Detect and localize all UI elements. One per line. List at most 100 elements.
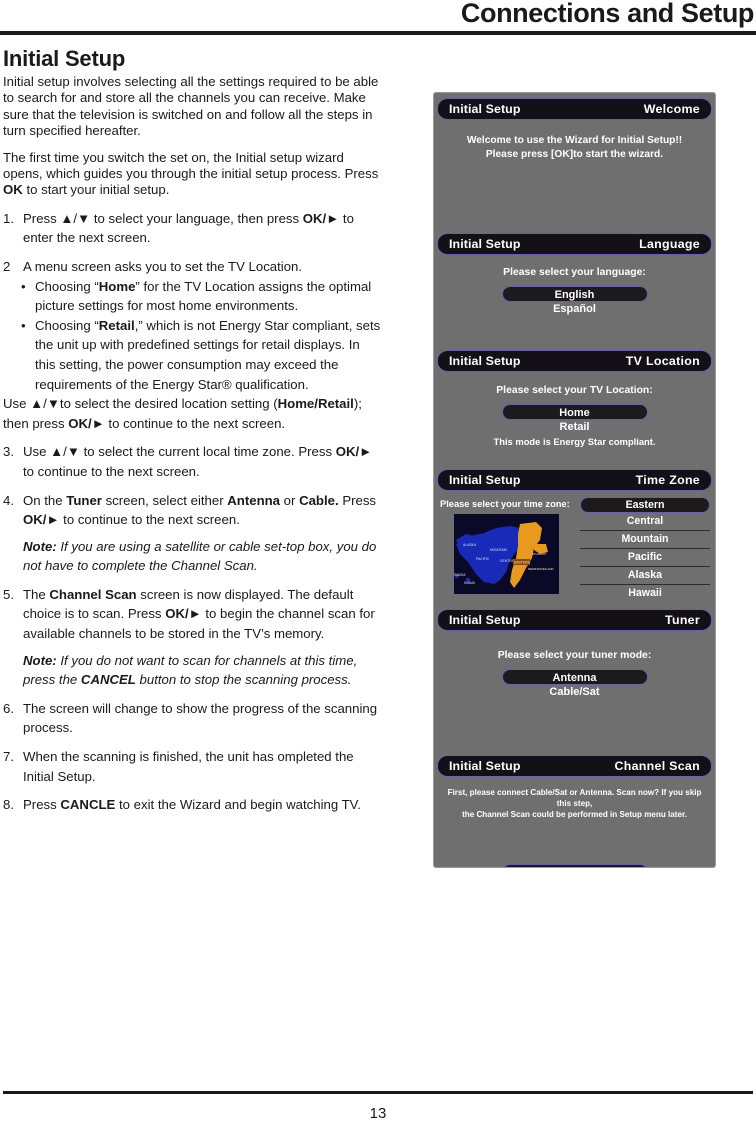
osd-screen-title-language: Language xyxy=(639,237,700,251)
step-2: 2 A menu screen asks you to set the TV L… xyxy=(3,257,383,277)
step-1-body: Press ▲/▼ to select your language, then … xyxy=(23,209,383,248)
osd-menu-title: Initial Setup xyxy=(449,354,521,368)
use-line-t2: to select the desired location setting ( xyxy=(59,396,278,412)
svg-text:MOUNTAIN: MOUNTAIN xyxy=(490,548,507,552)
step-8-body: Press CANCLE to exit the Wizard and begi… xyxy=(23,795,383,815)
use-line-arrows: ▲/▼ xyxy=(30,396,60,412)
intro-paragraph-2: The first time you switch the set on, th… xyxy=(3,150,383,199)
osd-screen-channel-scan: Initial Setup Channel Scan First, please… xyxy=(434,755,715,867)
use-line-ok: OK/► xyxy=(68,415,105,431)
section-heading: Initial Setup xyxy=(3,46,126,71)
use-line-t7: to continue to the next screen. xyxy=(104,415,286,431)
step-4-t2: screen, select either xyxy=(101,492,228,508)
step-4-t0: On the xyxy=(23,492,67,508)
osd-screen-title-time-zone: Time Zone xyxy=(635,473,700,487)
bullet-retail-text: Choosing “Retail,” which is not Energy S… xyxy=(35,316,383,394)
step-1-t0: Press xyxy=(23,210,61,226)
svg-text:SAMOA: SAMOA xyxy=(454,573,466,577)
footer-divider xyxy=(3,1091,753,1094)
bullet-retail-t0: Choosing “ xyxy=(35,317,99,333)
osd-body-tuner: Please select your tuner mode: Antenna C… xyxy=(434,631,715,755)
time-zone-option-mountain[interactable]: Mountain xyxy=(580,530,710,548)
osd-screen-title-tuner: Tuner xyxy=(665,613,700,627)
step-6-number: 6. xyxy=(3,700,14,716)
language-option-espanol[interactable]: Español xyxy=(434,302,715,317)
step-4: 4. On the Tuner screen, select either An… xyxy=(3,491,383,530)
channel-scan-option-scan[interactable]: Scan xyxy=(501,864,648,867)
time-zone-options-list: Eastern Central Mountain Pacific Alaska … xyxy=(580,497,715,602)
step-3-arrows: ▲/▼ xyxy=(50,444,80,460)
use-line-retail: Retail xyxy=(317,396,354,412)
step-3-t2: to select the current local time zone. P… xyxy=(79,444,336,460)
time-zone-row: Please select your time zone: ALASKA PAC… xyxy=(434,497,715,602)
osd-screen-time-zone: Initial Setup Time Zone Please select yo… xyxy=(434,469,715,609)
use-line-t0: Use xyxy=(3,396,31,412)
bullet-retail: • Choosing “Retail,” which is not Energy… xyxy=(21,316,383,394)
osd-body-channel-scan: First, please connect Cable/Sat or Anten… xyxy=(434,777,715,867)
note-cancel: Note: If you do not want to scan for cha… xyxy=(23,651,383,690)
page-number: 13 xyxy=(369,1105,387,1122)
intro-para-2-pre: The first time you switch the set on, th… xyxy=(3,149,379,181)
language-option-english[interactable]: English xyxy=(501,286,648,302)
bullet-retail-keyword: Retail xyxy=(98,317,135,333)
bullet-marker-icon: • xyxy=(21,278,26,294)
osd-screen-welcome: Initial Setup Welcome Welcome to use the… xyxy=(434,98,715,233)
step-5-channel-scan: Channel Scan xyxy=(49,586,137,602)
use-line-home: Home/ xyxy=(277,396,318,412)
step-7-number: 7. xyxy=(3,749,14,765)
osd-screen-tv-location: Initial Setup TV Location Please select … xyxy=(434,350,715,469)
tv-location-option-retail[interactable]: Retail xyxy=(434,420,715,435)
step-3-number: 3. xyxy=(3,444,14,460)
step-1-ok: OK/► xyxy=(302,210,340,226)
step-5: 5. The Channel Scan screen is now displa… xyxy=(3,585,383,644)
step-8-t0: Press xyxy=(23,797,61,813)
time-zone-option-eastern[interactable]: Eastern xyxy=(580,497,710,513)
osd-screen-title-welcome: Welcome xyxy=(643,102,700,116)
step-3-t0: Use xyxy=(23,444,51,460)
page-title: Connections and Setup xyxy=(460,0,755,28)
tuner-option-cable-sat[interactable]: Cable/Sat xyxy=(434,685,715,700)
svg-text:PACIFIC: PACIFIC xyxy=(476,557,490,561)
tv-location-bullets: • Choosing “Home” for the TV Location as… xyxy=(3,277,383,395)
time-zone-option-pacific[interactable]: Pacific xyxy=(580,548,710,566)
step-5-number: 5. xyxy=(3,586,14,602)
note-2-label: Note: xyxy=(23,652,57,668)
step-4-ok: OK/► xyxy=(23,512,60,528)
tuner-option-antenna[interactable]: Antenna xyxy=(501,669,648,685)
svg-text:NEWFOUNDLAND: NEWFOUNDLAND xyxy=(528,567,555,571)
step-4-t4: or xyxy=(280,492,300,508)
svg-text:ATLANTIC: ATLANTIC xyxy=(532,552,547,556)
note-2-post: button to stop the scanning process. xyxy=(135,672,352,688)
language-prompt: Please select your language: xyxy=(503,267,646,278)
time-zone-option-central[interactable]: Central xyxy=(580,513,710,530)
left-content-column: Initial Setup Initial setup involves sel… xyxy=(3,46,383,824)
step-8-number: 8. xyxy=(3,797,14,813)
osd-menu-title: Initial Setup xyxy=(449,102,521,116)
step-1-arrows: ▲/▼ xyxy=(60,210,91,226)
intro-paragraph-1: Initial setup involves selecting all the… xyxy=(3,73,379,139)
step-1-number: 1. xyxy=(3,210,14,226)
osd-titlebar-language: Initial Setup Language xyxy=(437,233,712,255)
osd-screen-language: Initial Setup Language Please select you… xyxy=(434,233,715,350)
step-8-cancle: CANCLE xyxy=(60,797,116,813)
osd-titlebar-tv-location: Initial Setup TV Location xyxy=(437,350,712,372)
step-4-t6: Press xyxy=(338,492,377,508)
note-2-cancel: CANCEL xyxy=(80,672,136,688)
step-5-t0: The xyxy=(23,586,50,602)
tv-location-prompt: Please select your TV Location: xyxy=(496,385,653,396)
note-1-label: Note: xyxy=(23,538,57,554)
step-6-body: The screen will change to show the progr… xyxy=(23,700,378,736)
welcome-message-line-2: Please press [OK]to start the wizard. xyxy=(485,148,664,160)
step-6: 6. The screen will change to show the pr… xyxy=(3,699,383,738)
step-2-number: 2 xyxy=(3,258,11,274)
channel-scan-message-line-2: the Channel Scan could be performed in S… xyxy=(462,810,687,819)
time-zone-option-alaska[interactable]: Alaska xyxy=(580,566,710,584)
tv-location-option-home[interactable]: Home xyxy=(501,404,648,420)
svg-text:HAWAII: HAWAII xyxy=(464,581,475,585)
step-4-antenna: Antenna xyxy=(227,492,281,508)
osd-menu-title: Initial Setup xyxy=(449,473,521,487)
time-zone-option-hawaii[interactable]: Hawaii xyxy=(580,584,710,602)
north-america-timezone-map-image: ALASKA PACIFIC MOUNTAIN CENTRAL EASTERN … xyxy=(454,514,559,594)
bullet-home-t0: Choosing “ xyxy=(35,278,99,294)
time-zone-left: Please select your time zone: ALASKA PAC… xyxy=(434,497,580,594)
